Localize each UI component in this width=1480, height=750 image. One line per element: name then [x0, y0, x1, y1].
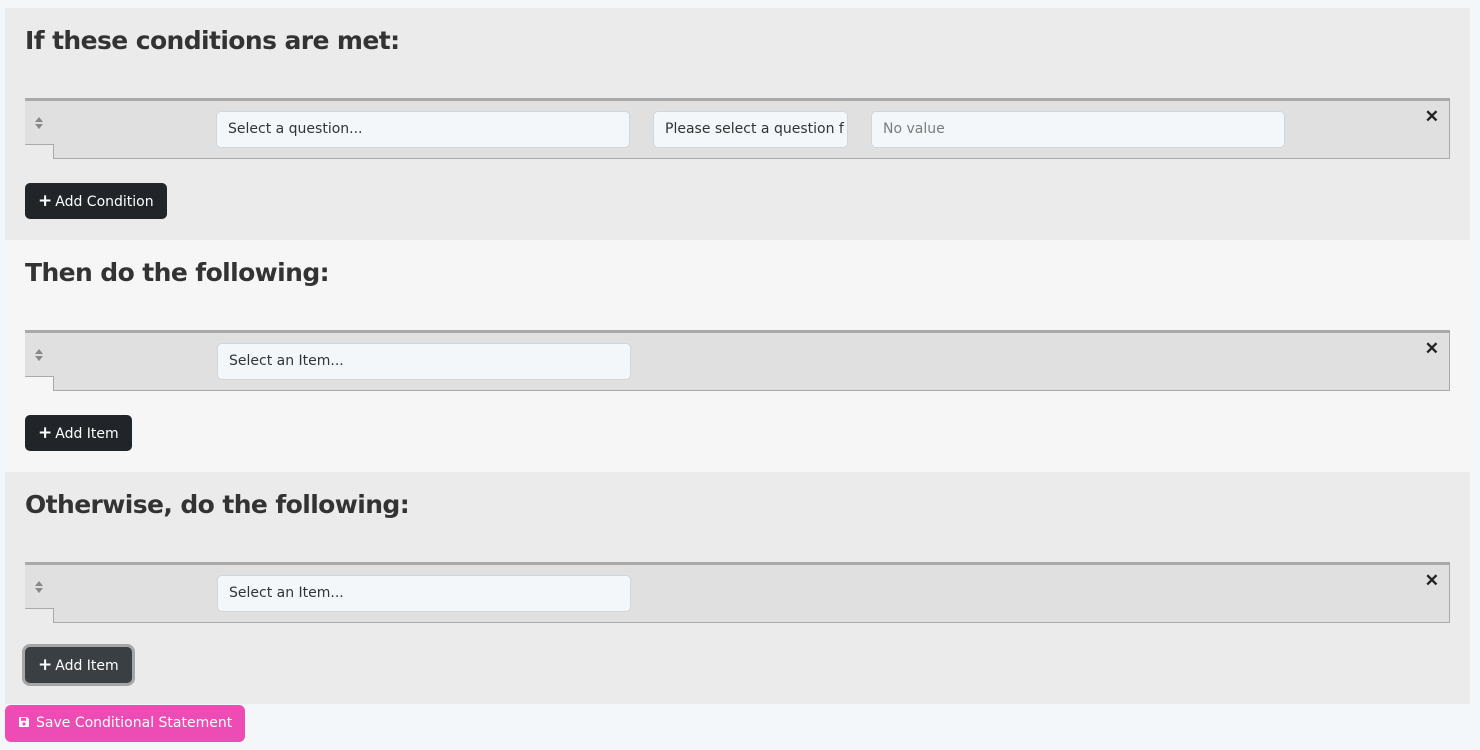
value-input[interactable]: No value — [871, 111, 1285, 148]
operator-select[interactable]: Please select a question f — [653, 111, 848, 148]
save-label: Save Conditional Statement — [36, 715, 233, 731]
then-title: Then do the following: — [25, 258, 330, 287]
row-notch — [25, 376, 54, 391]
row-notch — [25, 608, 54, 623]
question-select[interactable]: Select a question... — [216, 111, 630, 148]
add-otherwise-item-button[interactable]: + Add Item — [25, 647, 132, 683]
sort-handle-icon[interactable] — [34, 348, 44, 362]
item-select[interactable]: Select an Item... — [217, 575, 631, 612]
plus-icon: + — [38, 191, 53, 211]
otherwise-item-row: Select an Item... ✕ — [25, 562, 1450, 623]
add-condition-label: Add Condition — [55, 194, 154, 210]
then-section: Then do the following: Select an Item...… — [5, 240, 1470, 472]
then-item-row: Select an Item... ✕ — [25, 330, 1450, 391]
row-notch — [25, 144, 54, 159]
close-icon[interactable]: ✕ — [1425, 340, 1439, 357]
add-condition-button[interactable]: + Add Condition — [25, 183, 167, 219]
conditions-section: If these conditions are met: Select a qu… — [5, 8, 1470, 240]
close-icon[interactable]: ✕ — [1425, 572, 1439, 589]
otherwise-title: Otherwise, do the following: — [25, 490, 410, 519]
otherwise-section: Otherwise, do the following: Select an I… — [5, 472, 1470, 704]
plus-icon: + — [38, 655, 53, 675]
close-icon[interactable]: ✕ — [1425, 108, 1439, 125]
item-select[interactable]: Select an Item... — [217, 343, 631, 380]
floppy-disk-icon — [19, 717, 29, 727]
sort-handle-icon[interactable] — [34, 116, 44, 130]
condition-row: Select a question... Please select a que… — [25, 98, 1450, 159]
add-otherwise-item-label: Add Item — [55, 658, 119, 674]
add-then-item-button[interactable]: + Add Item — [25, 415, 132, 451]
conditions-title: If these conditions are met: — [25, 26, 400, 55]
plus-icon: + — [38, 423, 53, 443]
add-then-item-label: Add Item — [55, 426, 119, 442]
save-conditional-statement-button[interactable]: Save Conditional Statement — [5, 705, 246, 742]
sort-handle-icon[interactable] — [34, 580, 44, 594]
